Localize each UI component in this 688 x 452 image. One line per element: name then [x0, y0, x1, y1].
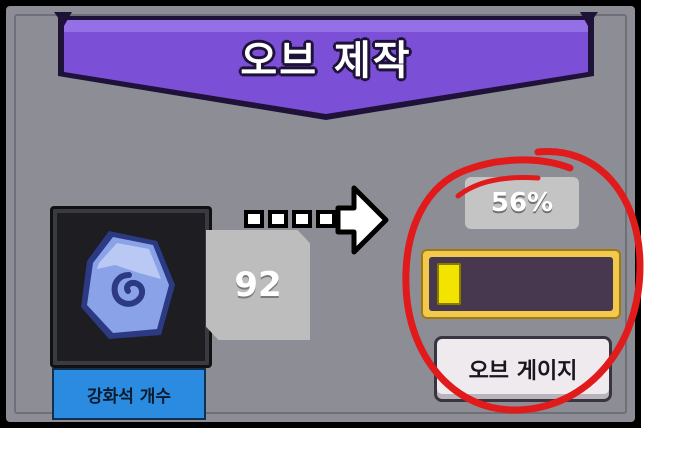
right-arrow-icon — [244, 185, 389, 255]
orb-crafting-panel: 오브 제작 강화석 개수 92 56% 오브 게이지 — [0, 0, 641, 428]
gauge-percent: 56% — [465, 177, 579, 229]
stone-slot — [50, 206, 212, 368]
orb-gauge-bar — [421, 249, 621, 319]
page-title: 오브 제작 — [240, 38, 412, 84]
orb-gauge-button[interactable]: 오브 게이지 — [434, 336, 612, 402]
rune-stone-icon — [81, 231, 175, 339]
gauge-track — [429, 257, 613, 311]
panel-background: 오브 제작 강화석 개수 92 56% 오브 게이지 — [6, 6, 635, 422]
gauge-fill — [437, 263, 461, 305]
stone-count-label[interactable]: 강화석 개수 — [52, 368, 206, 420]
title-banner: 오브 제작 — [54, 12, 598, 130]
